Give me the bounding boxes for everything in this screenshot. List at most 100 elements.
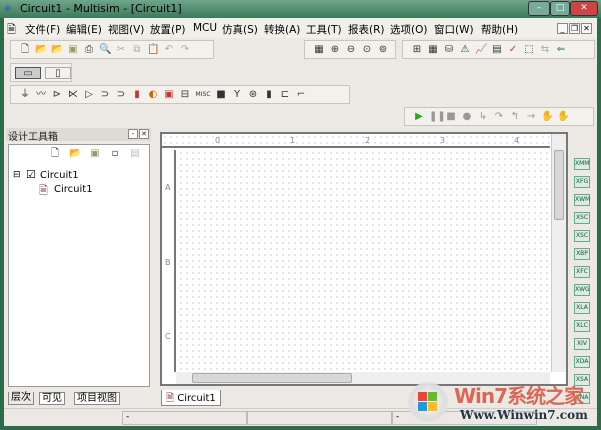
- mixed-icon[interactable]: ◐: [147, 89, 159, 101]
- iv-analyzer-icon[interactable]: XIV: [574, 338, 590, 350]
- step-out-icon[interactable]: ↰: [509, 111, 521, 123]
- select-area-icon[interactable]: ⬚: [523, 44, 535, 56]
- toggle-view-icon[interactable]: ▦: [313, 44, 325, 56]
- save-icon[interactable]: ▣: [67, 44, 79, 56]
- design-view-icon[interactable]: ▭: [15, 66, 41, 79]
- indicator-icon[interactable]: ▣: [163, 89, 175, 101]
- step-over-icon[interactable]: ↷: [493, 111, 505, 123]
- diode-icon[interactable]: ⊳: [51, 89, 63, 101]
- undo-icon[interactable]: ↶: [163, 44, 175, 56]
- multimeter-icon[interactable]: XMM: [574, 158, 590, 170]
- step-into-icon[interactable]: ↳: [477, 111, 489, 123]
- menu-transfer[interactable]: 转换(A): [264, 22, 300, 37]
- pause-icon[interactable]: ❚❚: [429, 111, 446, 123]
- remove-breakpoints-icon[interactable]: ✋: [557, 111, 569, 123]
- menu-view[interactable]: 视图(V): [108, 22, 144, 37]
- export-icon[interactable]: ⇆: [539, 44, 551, 56]
- ttl-icon[interactable]: ⊃: [99, 89, 111, 101]
- toggle-breakpoint-icon[interactable]: ✋: [541, 111, 553, 123]
- four-channel-oscilloscope-icon[interactable]: XSC: [574, 230, 590, 242]
- rename-icon[interactable]: ▤: [129, 148, 141, 160]
- zoom-area-icon[interactable]: ⊙: [361, 44, 373, 56]
- misc-icon[interactable]: MISC: [195, 89, 211, 101]
- horizontal-scroll-thumb[interactable]: [192, 373, 352, 383]
- mdi-minimize-button[interactable]: _: [557, 23, 568, 34]
- close-button[interactable]: ✕: [570, 1, 598, 16]
- tree-collapse-icon[interactable]: ⊟: [13, 170, 21, 180]
- bus-icon[interactable]: ⌐: [295, 89, 307, 101]
- bode-plotter-icon[interactable]: XBP: [574, 248, 590, 260]
- logic-converter-icon[interactable]: XLC: [574, 320, 590, 332]
- menu-file[interactable]: 文件(F): [25, 22, 60, 37]
- tab-hierarchy[interactable]: 层次: [8, 392, 34, 405]
- menu-simulate[interactable]: 仿真(S): [222, 22, 258, 37]
- vertical-scrollbar[interactable]: [551, 134, 566, 372]
- component-wizard-icon[interactable]: ⚠: [459, 44, 471, 56]
- panel-minimize-button[interactable]: -: [128, 129, 138, 139]
- grapher-icon[interactable]: 📈: [475, 44, 487, 56]
- menu-mcu[interactable]: MCU: [193, 22, 217, 34]
- maximize-button[interactable]: □: [550, 1, 570, 16]
- new-icon[interactable]: 🗋: [19, 44, 31, 56]
- menu-reports[interactable]: 报表(R): [348, 22, 385, 37]
- menu-edit[interactable]: 编辑(E): [66, 22, 102, 37]
- print-preview-icon[interactable]: 🔍: [99, 44, 111, 56]
- rf-icon[interactable]: Y: [231, 89, 243, 101]
- breakpoint-icon[interactable]: ●: [461, 111, 473, 123]
- copy-icon[interactable]: ⧉: [131, 44, 143, 56]
- close-design-icon[interactable]: ▫: [109, 148, 121, 160]
- electromechanical-icon[interactable]: ⊛: [247, 89, 259, 101]
- menu-tools[interactable]: 工具(T): [306, 22, 342, 37]
- open-sample-icon[interactable]: 📂: [51, 44, 63, 56]
- tab-circuit1[interactable]: 🗎 Circuit1: [161, 390, 221, 406]
- open-design-icon[interactable]: 📂: [69, 148, 81, 160]
- menu-help[interactable]: 帮助(H): [481, 22, 518, 37]
- frequency-counter-icon[interactable]: XFC: [574, 266, 590, 278]
- cut-icon[interactable]: ✂: [115, 44, 127, 56]
- tree-child[interactable]: Circuit1: [54, 184, 93, 195]
- power-icon[interactable]: ⊟: [179, 89, 191, 101]
- open-icon[interactable]: 📂: [35, 44, 47, 56]
- run-to-cursor-icon[interactable]: →: [525, 111, 537, 123]
- paste-icon[interactable]: 📋: [147, 44, 159, 56]
- document-icon[interactable]: 🗎: [7, 21, 16, 40]
- minimize-button[interactable]: –: [528, 1, 550, 16]
- save-design-icon[interactable]: ▣: [89, 148, 101, 160]
- layout-view-icon[interactable]: ▯: [45, 66, 71, 79]
- oscilloscope-icon[interactable]: XSC: [574, 212, 590, 224]
- zoom-out-icon[interactable]: ⊖: [345, 44, 357, 56]
- wattmeter-icon[interactable]: XWM: [574, 194, 590, 206]
- function-generator-icon[interactable]: XFG: [574, 176, 590, 188]
- grid[interactable]: [178, 150, 550, 372]
- panel-close-button[interactable]: ✕: [139, 129, 149, 139]
- mdi-restore-button[interactable]: ❐: [569, 23, 580, 34]
- menu-window[interactable]: 窗口(W): [434, 22, 474, 37]
- zoom-in-icon[interactable]: ⊕: [329, 44, 341, 56]
- analog-icon[interactable]: ▷: [83, 89, 95, 101]
- stop-icon[interactable]: ■: [445, 111, 457, 123]
- vertical-scroll-thumb[interactable]: [554, 150, 564, 220]
- advanced-peripherals-icon[interactable]: ■: [215, 89, 227, 101]
- cmos-icon[interactable]: ⊃: [115, 89, 127, 101]
- hierarchical-block-icon[interactable]: ⊏: [279, 89, 291, 101]
- schematic-canvas[interactable]: 0 1 2 3 4 A B C: [160, 132, 568, 386]
- tab-project-view[interactable]: 项目视图: [74, 392, 120, 405]
- source-icon[interactable]: ⏚: [19, 89, 31, 101]
- redo-icon[interactable]: ↷: [179, 44, 191, 56]
- database-icon[interactable]: ⛁: [443, 44, 455, 56]
- word-generator-icon[interactable]: XWG: [574, 284, 590, 296]
- zoom-fit-icon[interactable]: ⊚: [377, 44, 389, 56]
- tab-visibility[interactable]: 可见: [39, 392, 65, 405]
- distortion-analyzer-icon[interactable]: XDA: [574, 356, 590, 368]
- print-icon[interactable]: ⎙: [83, 44, 95, 56]
- hierarchy-icon[interactable]: ⊞: [411, 44, 423, 56]
- logic-analyzer-icon[interactable]: XLA: [574, 302, 590, 314]
- run-icon[interactable]: ▶: [413, 111, 425, 123]
- tree-root[interactable]: Circuit1: [40, 170, 79, 181]
- menu-options[interactable]: 选项(O): [390, 22, 427, 37]
- postprocessor-icon[interactable]: ▤: [491, 44, 503, 56]
- mcu-module-icon[interactable]: ▮: [131, 89, 143, 101]
- erc-icon[interactable]: ✓: [507, 44, 519, 56]
- mcu-icon[interactable]: ▮: [263, 89, 275, 101]
- transistor-icon[interactable]: ⋉: [67, 89, 79, 101]
